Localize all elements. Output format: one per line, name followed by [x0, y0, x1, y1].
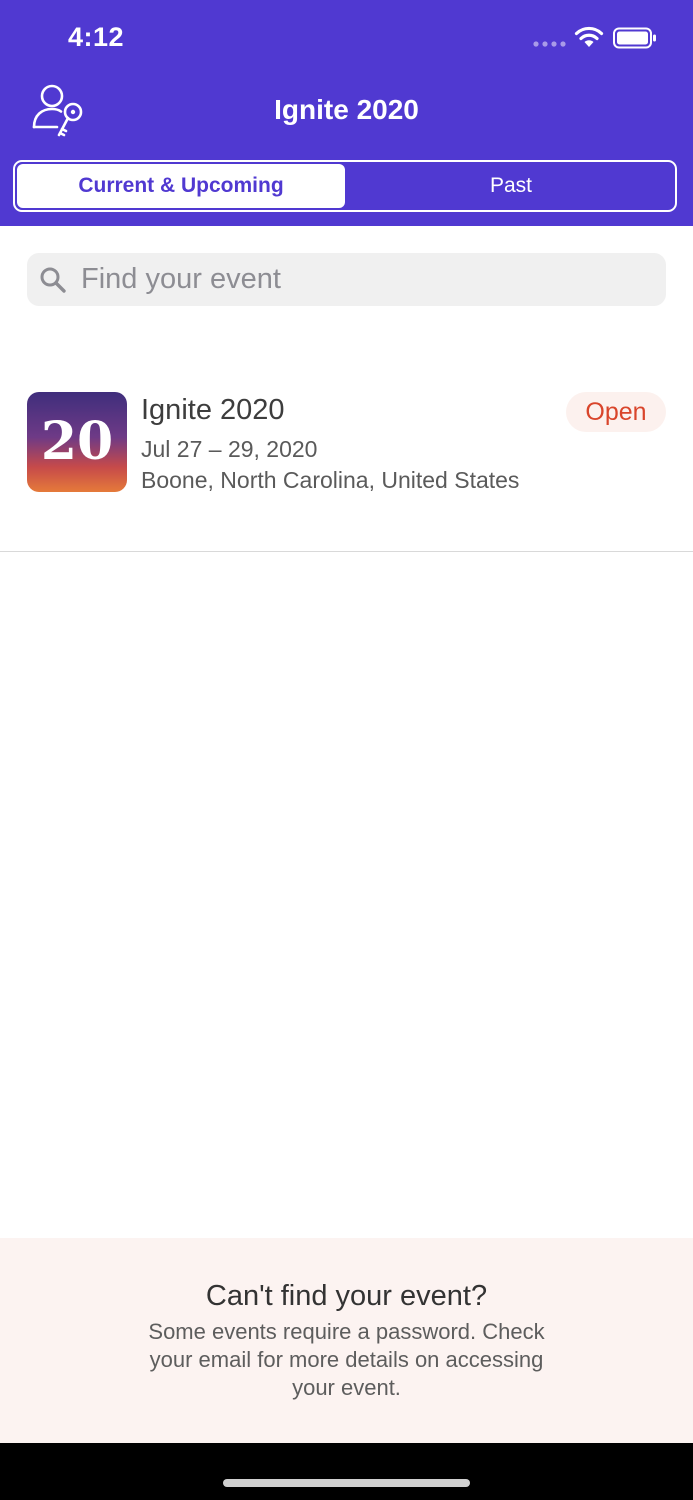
- signal-icon: [533, 41, 566, 47]
- app-header: 4:12 Ignite 2020 Current & Upcoming Past: [0, 0, 693, 226]
- wifi-icon: [574, 26, 604, 47]
- battery-icon: [613, 27, 656, 49]
- page-title: Ignite 2020: [274, 94, 419, 125]
- help-body: Some events require a password. Check yo…: [148, 1319, 545, 1400]
- help-panel: Can't find your event? Some events requi…: [0, 1238, 693, 1443]
- event-dates: Jul 27 – 29, 2020: [141, 436, 318, 462]
- home-indicator[interactable]: [223, 1479, 470, 1487]
- event-time-segmented-control: Current & Upcoming Past: [13, 160, 677, 212]
- tab-current-upcoming[interactable]: Current & Upcoming: [17, 164, 345, 208]
- event-logo-text: 20: [41, 411, 113, 472]
- event-list-item[interactable]: 20 Ignite 2020 Jul 27 – 29, 2020 Boone, …: [0, 370, 693, 552]
- home-bar-area: [0, 1443, 693, 1500]
- status-time: 4:12: [68, 22, 125, 52]
- tab-past[interactable]: Past: [347, 162, 675, 210]
- event-logo: 20: [27, 392, 127, 492]
- event-location: Boone, North Carolina, United States: [141, 467, 520, 493]
- status-badge: Open: [566, 392, 666, 432]
- search-input[interactable]: [79, 262, 666, 297]
- event-name: Ignite 2020: [141, 394, 285, 426]
- help-title: Can't find your event?: [205, 1280, 488, 1312]
- search-bar[interactable]: [27, 253, 666, 306]
- search-icon: [40, 267, 66, 293]
